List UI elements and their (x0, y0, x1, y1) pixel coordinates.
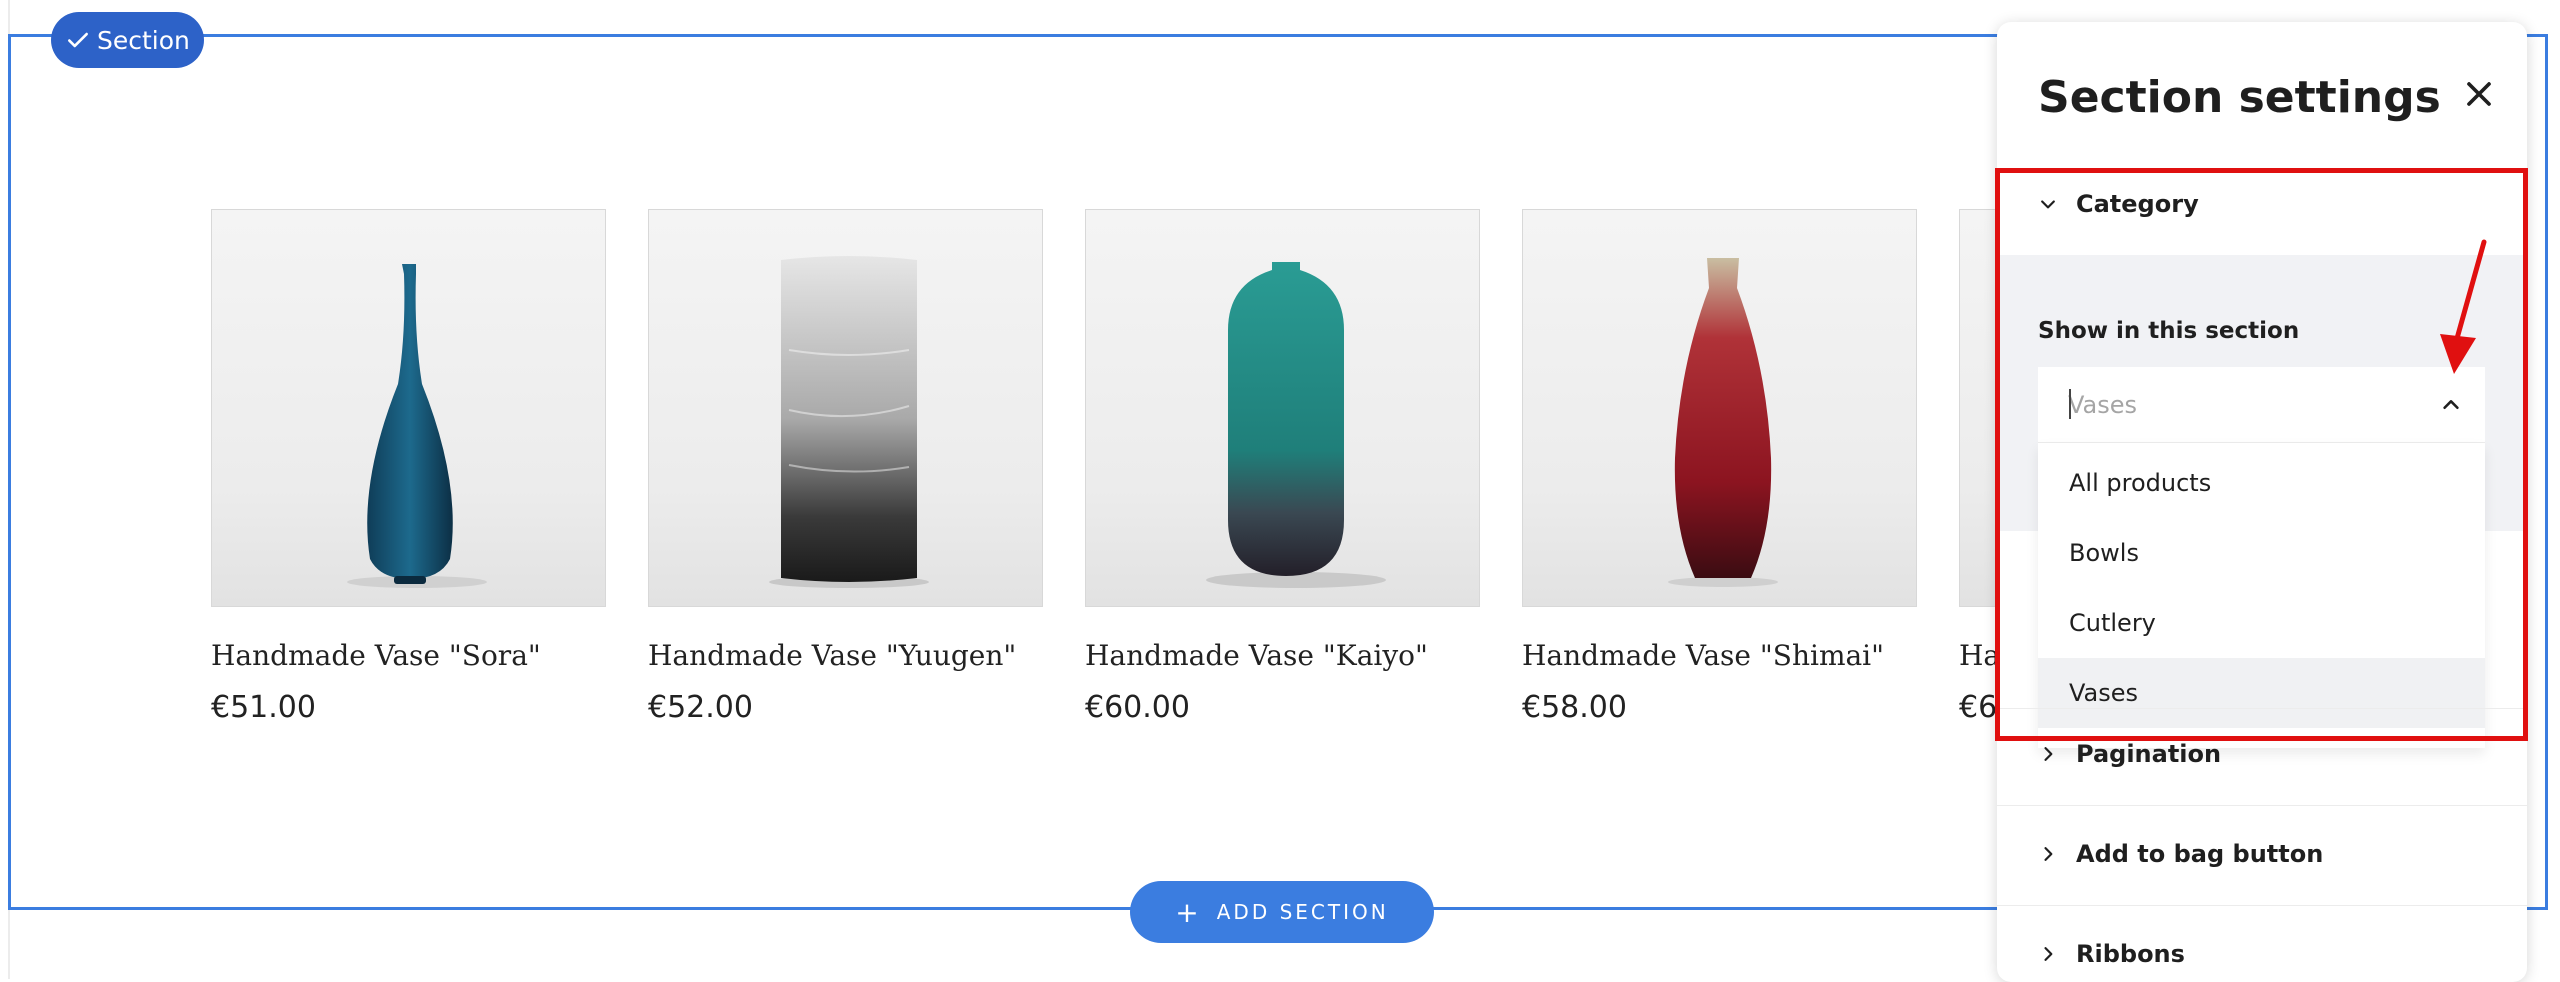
divider (1997, 905, 2527, 906)
divider (1997, 805, 2527, 806)
product-name[interactable]: Handmade Vase "Yuugen" (648, 639, 1043, 672)
product-image[interactable] (211, 209, 606, 607)
add-section-label: ADD SECTION (1216, 900, 1389, 924)
product-price: €60.00 (1085, 690, 1190, 725)
product-image[interactable] (648, 209, 1043, 607)
check-icon (68, 32, 88, 48)
add-section-button[interactable]: + ADD SECTION (1130, 881, 1434, 943)
product-card[interactable]: Handmade Vase "Yuugen" €52.00 (648, 209, 1043, 725)
product-price: €52.00 (648, 690, 753, 725)
accordion-ribbons-label: Ribbons (2076, 940, 2185, 968)
accordion-add-to-bag[interactable]: Add to bag button (2038, 840, 2323, 868)
section-badge-label: Section (97, 25, 190, 55)
product-image[interactable] (1085, 209, 1480, 607)
accordion-add-to-bag-label: Add to bag button (2076, 840, 2324, 868)
product-card[interactable]: Handmade Vase "Kaiyo" €60.00 (1085, 209, 1480, 725)
product-price: €51.00 (211, 690, 316, 725)
product-image[interactable] (1522, 209, 1917, 607)
product-price: €58.00 (1522, 690, 1627, 725)
product-name[interactable]: Handmade Vase "Shimai" (1522, 639, 1917, 672)
panel-title: Section settings (2038, 72, 2441, 123)
product-card[interactable]: Handmade Vase "Shimai" €58.00 (1522, 209, 1917, 725)
product-name[interactable]: Handmade Vase "Kaiyo" (1085, 639, 1480, 672)
chevron-right-icon (2044, 747, 2053, 761)
accordion-pagination-label: Pagination (2076, 740, 2222, 768)
chevron-right-icon (2044, 947, 2053, 961)
accordion-pagination[interactable]: Pagination (2038, 740, 2221, 768)
annotation-arrow-icon (2440, 239, 2487, 374)
product-card[interactable]: Handmade Vase "Sora" €51.00 (211, 209, 606, 725)
product-name[interactable]: Handmade Vase "Sora" (211, 639, 606, 672)
plus-icon: + (1175, 895, 1199, 929)
section-badge[interactable]: Section (51, 12, 204, 68)
accordion-ribbons[interactable]: Ribbons (2038, 940, 2185, 968)
chevron-right-icon (2044, 847, 2053, 861)
close-icon[interactable] (2459, 74, 2499, 114)
